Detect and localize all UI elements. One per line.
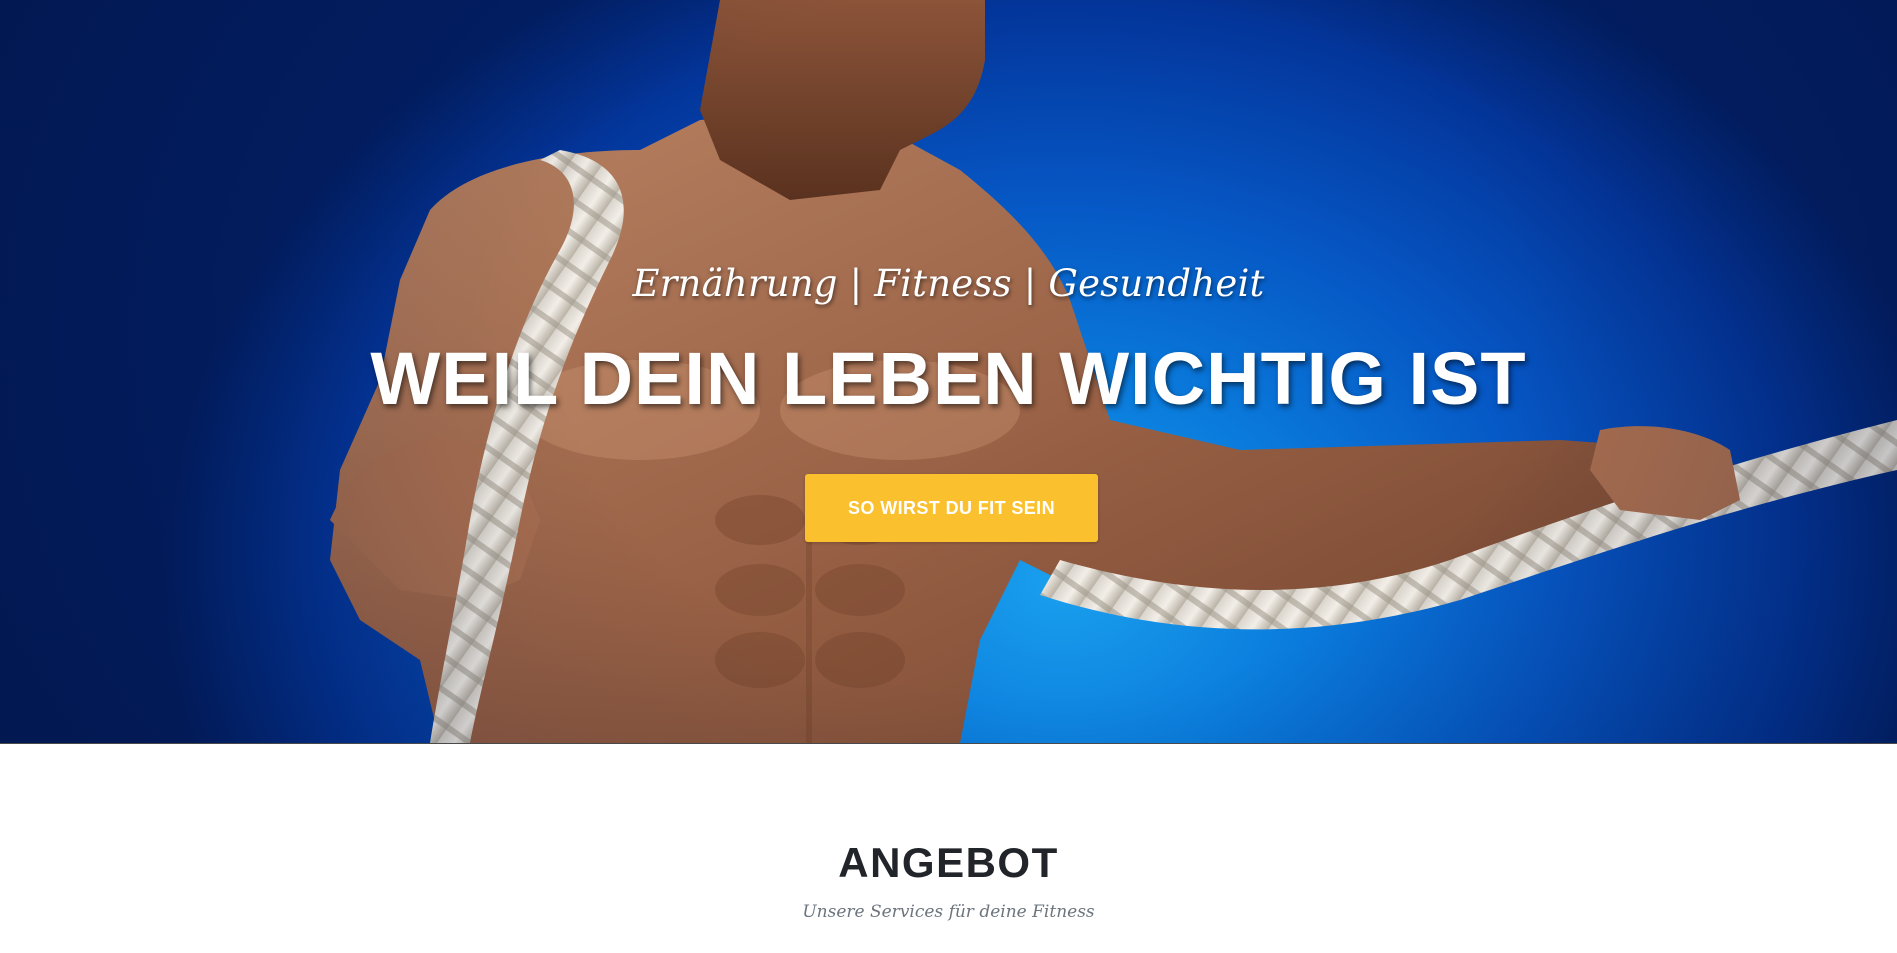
hero-subtitle: Ernährung | Fitness | Gesundheit <box>632 262 1265 305</box>
services-heading: ANGEBOT <box>838 839 1059 886</box>
services-subheading: Unsere Services für deine Fitness <box>802 902 1095 922</box>
hero-section: Ernährung | Fitness | Gesundheit WEIL DE… <box>0 0 1897 744</box>
page: Ernährung | Fitness | Gesundheit WEIL DE… <box>0 0 1897 953</box>
cta-button[interactable]: SO WIRST DU FIT SEIN <box>805 474 1098 542</box>
services-section: ANGEBOT Unsere Services für deine Fitnes… <box>0 744 1897 953</box>
hero-title: WEIL DEIN LEBEN WICHTIG IST <box>370 337 1527 420</box>
